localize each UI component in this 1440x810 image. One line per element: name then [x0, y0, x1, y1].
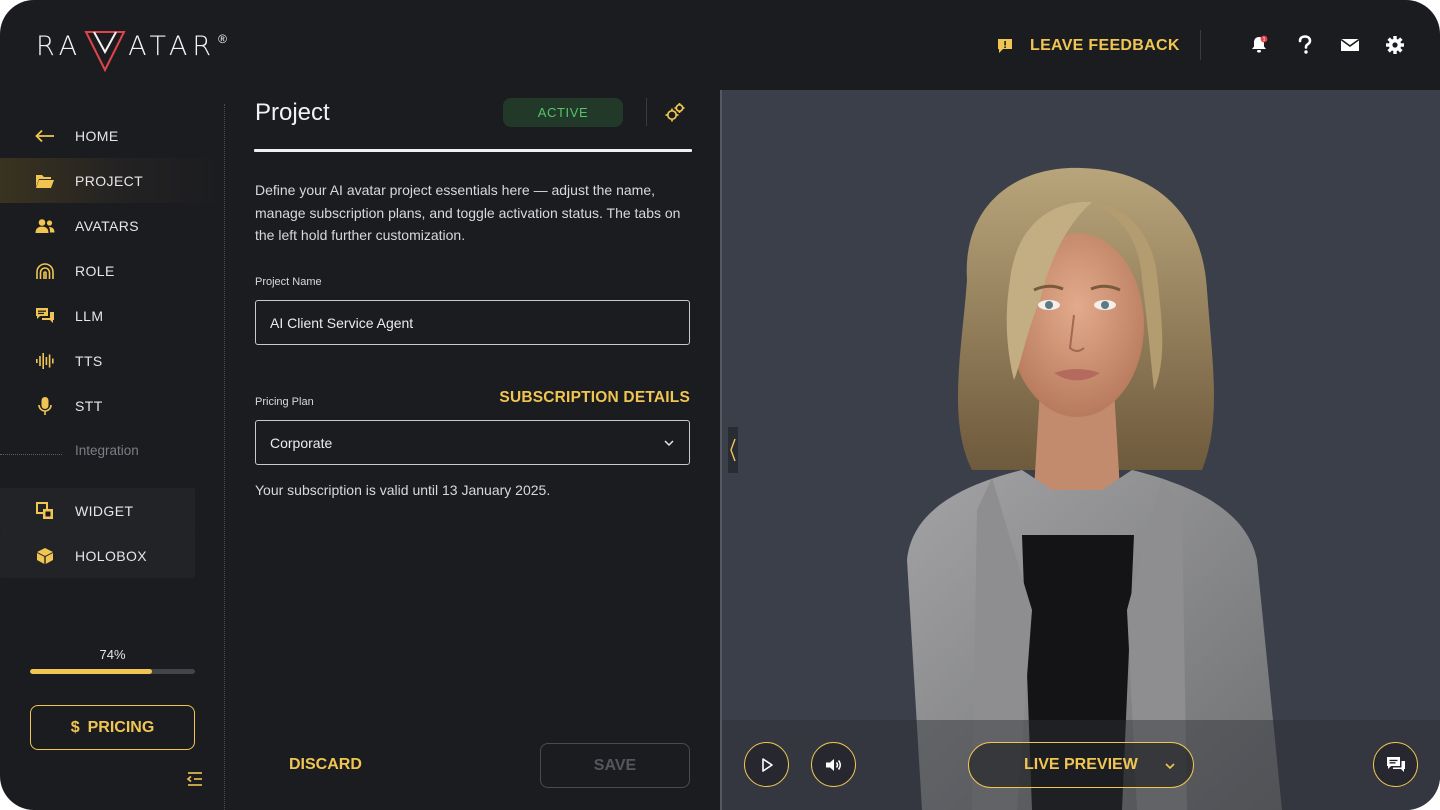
bell-icon: 1 — [1252, 35, 1268, 53]
sidebar-item-widget[interactable]: WIDGET — [0, 488, 195, 533]
chat-bubbles-icon — [34, 305, 56, 327]
chevron-left-icon — [730, 438, 736, 462]
sidebar-item-holobox[interactable]: HOLOBOX — [0, 533, 195, 578]
gears-icon[interactable] — [664, 102, 686, 124]
section-divider — [0, 454, 62, 455]
envelope-icon — [1340, 38, 1360, 51]
chat-icon — [1386, 756, 1405, 772]
top-bar: RA ATAR ® LEAVE FEEDBACK 1 — [0, 0, 1440, 90]
sidebar-item-project[interactable]: PROJECT — [0, 158, 225, 203]
pricing-plan-select[interactable]: Corporate — [255, 420, 690, 465]
logo-registered-mark: ® — [218, 32, 227, 46]
sidebar-item-label: LLM — [75, 307, 104, 324]
question-mark-icon — [1298, 35, 1312, 54]
sidebar-item-label: ROLE — [75, 262, 115, 279]
logo-text-left: RA — [36, 31, 83, 62]
page-title: Project — [255, 99, 330, 126]
pricing-button[interactable]: $ PRICING — [30, 705, 195, 750]
setup-progress-label: 74% — [99, 647, 126, 662]
box-icon — [34, 545, 56, 567]
volume-button[interactable] — [811, 742, 856, 787]
discard-button[interactable]: DISCARD — [289, 756, 362, 774]
subscription-validity-text: Your subscription is valid until 13 Janu… — [255, 482, 551, 498]
chat-button[interactable] — [1373, 742, 1418, 787]
folder-open-icon — [34, 170, 56, 192]
project-name-label: Project Name — [255, 276, 322, 288]
sidebar-item-label: WIDGET — [75, 502, 134, 519]
notification-count: 1 — [1263, 37, 1266, 43]
gear-icon — [1386, 36, 1404, 54]
avatar-preview-panel: LIVE PREVIEW — [720, 90, 1440, 810]
waveform-icon — [34, 350, 56, 372]
pricing-label: PRICING — [87, 718, 155, 736]
subscription-details-link[interactable]: SUBSCRIPTION DETAILS — [495, 389, 690, 407]
sidebar-item-label: STT — [75, 397, 103, 414]
pricing-plan-value: Corporate — [270, 434, 333, 451]
project-description: Define your AI avatar project essentials… — [255, 182, 681, 243]
users-icon — [34, 215, 56, 237]
microphone-icon — [34, 395, 56, 417]
sidebar-item-role[interactable]: ROLE — [0, 248, 195, 293]
volume-icon — [825, 758, 841, 771]
fingerprint-icon — [34, 260, 56, 282]
save-button[interactable]: SAVE — [540, 743, 690, 788]
app-window: RA ATAR ® LEAVE FEEDBACK 1 HOME PROJECT … — [0, 0, 1440, 810]
dollar-icon: $ — [70, 718, 80, 736]
settings-button[interactable] — [1384, 34, 1406, 56]
sidebar-nav: HOME PROJECT AVATARS ROLE LLM TTS STT In… — [0, 90, 225, 810]
widget-icon — [34, 500, 56, 522]
play-button[interactable] — [744, 742, 789, 787]
notifications-button[interactable]: 1 — [1248, 34, 1270, 56]
project-name-input[interactable] — [255, 300, 690, 345]
topbar-divider — [1200, 30, 1201, 60]
chevron-down-icon — [664, 440, 674, 447]
leave-feedback-button[interactable]: LEAVE FEEDBACK — [996, 34, 1180, 58]
brand-logo[interactable]: RA ATAR ® — [36, 30, 227, 76]
setup-progress-fill — [30, 669, 153, 674]
pricing-plan-label: Pricing Plan — [255, 396, 314, 408]
setup-progress-bar — [30, 669, 195, 674]
sidebar-item-label: TTS — [75, 352, 103, 369]
logo-triangle-icon — [84, 31, 126, 73]
feedback-icon — [998, 39, 1012, 53]
sidebar-item-tts[interactable]: TTS — [0, 338, 195, 383]
sidebar-item-avatars[interactable]: AVATARS — [0, 203, 195, 248]
sidebar-item-label: HOLOBOX — [75, 547, 148, 564]
title-underline — [254, 149, 692, 152]
help-button[interactable] — [1294, 34, 1316, 56]
play-icon — [761, 757, 773, 772]
title-divider — [646, 98, 647, 126]
avatar-image — [907, 167, 1282, 810]
leave-feedback-label: LEAVE FEEDBACK — [1030, 37, 1180, 54]
sidebar-item-label: HOME — [75, 127, 119, 144]
live-preview-dropdown[interactable]: LIVE PREVIEW — [968, 742, 1194, 788]
sidebar-item-llm[interactable]: LLM — [0, 293, 195, 338]
arrow-left-icon — [34, 125, 56, 147]
logo-text-right: ATAR — [128, 31, 217, 62]
sidebar-item-label: PROJECT — [75, 172, 144, 189]
messages-button[interactable] — [1339, 34, 1361, 56]
collapse-sidebar-icon[interactable] — [186, 770, 204, 788]
sidebar-item-label: AVATARS — [75, 217, 139, 234]
project-panel: Project ACTIVE Define your AI avatar pro… — [225, 90, 720, 810]
chevron-down-icon — [1165, 763, 1175, 770]
integration-section-label: Integration — [75, 443, 139, 458]
live-preview-label: LIVE PREVIEW — [1024, 756, 1138, 773]
collapse-preview-handle[interactable] — [728, 427, 738, 473]
sidebar-item-home[interactable]: HOME — [0, 113, 195, 158]
status-toggle[interactable]: ACTIVE — [503, 98, 623, 127]
sidebar-item-stt[interactable]: STT — [0, 383, 195, 428]
